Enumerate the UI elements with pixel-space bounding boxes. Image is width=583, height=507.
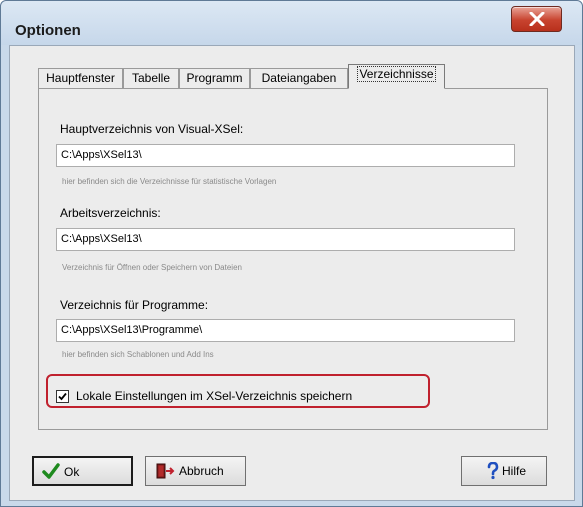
close-button[interactable] — [511, 6, 562, 32]
local-settings-checkbox[interactable] — [56, 390, 69, 403]
dialog-client-area: Hauptfenster Tabelle Programm Dateiangab… — [9, 45, 575, 501]
tab-dateiangaben[interactable]: Dateiangaben — [250, 68, 348, 88]
tab-label: Tabelle — [131, 71, 171, 85]
checkmark-icon — [58, 392, 67, 401]
ok-button-label: Ok — [64, 465, 80, 479]
question-mark-icon — [487, 462, 499, 480]
programs-directory-hint: hier befinden sich Schablonen und Add In… — [62, 350, 214, 359]
main-directory-input[interactable]: C:\Apps\XSel13\ — [56, 144, 515, 167]
cancel-button[interactable]: Abbruch — [145, 456, 246, 486]
tab-tabelle[interactable]: Tabelle — [123, 68, 179, 88]
tab-label: Verzeichnisse — [357, 66, 436, 82]
main-directory-hint: hier befinden sich die Verzeichnisse für… — [62, 177, 277, 186]
tab-programm[interactable]: Programm — [179, 68, 250, 88]
programs-directory-input[interactable]: C:\Apps\XSel13\Programme\ — [56, 319, 515, 342]
checkmark-icon — [42, 463, 60, 479]
tab-label: Dateiangaben — [261, 71, 337, 85]
tab-label: Hauptfenster — [46, 71, 115, 85]
help-button-label: Hilfe — [502, 464, 527, 478]
local-settings-label[interactable]: Lokale Einstellungen im XSel-Verzeichnis… — [76, 389, 352, 403]
programs-directory-label: Verzeichnis für Programme: — [60, 298, 209, 312]
main-directory-label: Hauptverzeichnis von Visual-XSel: — [60, 122, 244, 136]
work-directory-label: Arbeitsverzeichnis: — [60, 206, 161, 220]
work-directory-input[interactable]: C:\Apps\XSel13\ — [56, 228, 515, 251]
tab-verzeichnisse[interactable]: Verzeichnisse — [348, 64, 445, 89]
tab-hauptfenster[interactable]: Hauptfenster — [38, 68, 123, 88]
work-directory-hint: Verzeichnis für Öffnen oder Speichern vo… — [62, 263, 242, 272]
dialog-title: Optionen — [15, 22, 81, 39]
exit-door-icon — [156, 463, 175, 479]
tab-label: Programm — [186, 71, 243, 85]
title-bar[interactable]: Optionen — [1, 1, 582, 45]
options-dialog: Optionen Hauptfenster Tabelle Programm D… — [0, 0, 583, 507]
cancel-button-label: Abbruch — [179, 464, 224, 478]
help-button[interactable]: Hilfe — [461, 456, 547, 486]
close-icon — [529, 12, 545, 26]
ok-button[interactable]: Ok — [32, 456, 133, 486]
